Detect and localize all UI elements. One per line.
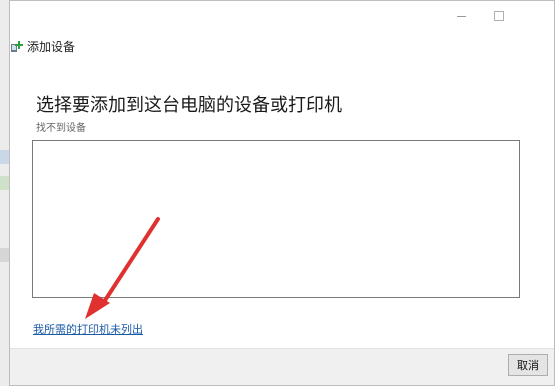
dialog-header: 添加设备 — [10, 35, 75, 57]
minimize-button[interactable] — [444, 5, 478, 27]
minimize-icon — [456, 15, 466, 17]
printer-not-listed-link[interactable]: 我所需的打印机未列出 — [33, 321, 143, 337]
maximize-icon — [494, 11, 504, 21]
background-mark — [0, 248, 9, 262]
dialog-footer: 取消 — [10, 348, 554, 385]
add-device-icon — [11, 41, 23, 52]
background-mark — [0, 176, 9, 190]
dialog-title: 添加设备 — [27, 39, 76, 54]
page-heading: 选择要添加到这台电脑的设备或打印机 — [36, 95, 342, 116]
title-bar — [10, 1, 554, 31]
cancel-button[interactable]: 取消 — [508, 354, 548, 376]
maximize-button[interactable] — [482, 5, 516, 27]
background-mark — [0, 150, 9, 164]
device-list-box[interactable] — [32, 140, 520, 298]
search-status-text: 找不到设备 — [36, 123, 86, 134]
add-device-dialog: 添加设备 选择要添加到这台电脑的设备或打印机 找不到设备 我所需的打印机未列出 … — [9, 0, 555, 386]
